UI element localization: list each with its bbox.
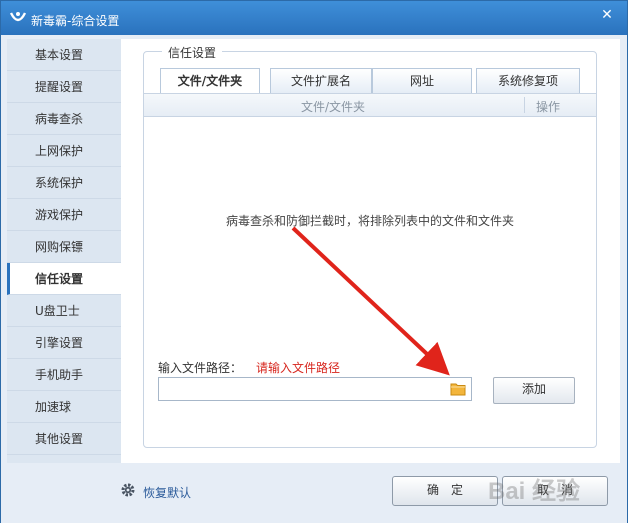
sidebar-item-other[interactable]: 其他设置 <box>7 423 121 455</box>
column-header-action[interactable]: 操作 <box>536 98 560 115</box>
sidebar-item-web-protection[interactable]: 上网保护 <box>7 135 121 167</box>
tab-system-repair[interactable]: 系统修复项 <box>476 68 580 93</box>
sidebar-item-system-protection[interactable]: 系统保护 <box>7 167 121 199</box>
sidebar-item-basic[interactable]: 基本设置 <box>7 39 121 71</box>
sidebar-item-phone-assistant[interactable]: 手机助手 <box>7 359 121 391</box>
sidebar-item-usb-guard[interactable]: U盘卫士 <box>7 295 121 327</box>
group-title: 信任设置 <box>162 44 223 61</box>
sidebar-item-virus-scan[interactable]: 病毒查杀 <box>7 103 121 135</box>
watermark-logo: Bai 经验 <box>488 477 580 505</box>
watermark-text: Bai 经验 <box>488 477 580 505</box>
tab-files-folders[interactable]: 文件/文件夹 <box>160 68 260 94</box>
sidebar-item-game-protection[interactable]: 游戏保护 <box>7 199 121 231</box>
gear-icon[interactable] <box>120 482 136 498</box>
ok-button[interactable]: 确 定 <box>392 476 498 506</box>
title-bar: 新毒霸-综合设置 ✕ <box>1 1 627 35</box>
column-header-file[interactable]: 文件/文件夹 <box>301 98 365 115</box>
app-logo-icon <box>9 12 27 22</box>
window-title: 新毒霸-综合设置 <box>31 14 120 28</box>
sidebar-item-shopping-guard[interactable]: 网购保镖 <box>7 231 121 263</box>
sidebar-item-speed-ball[interactable]: 加速球 <box>7 391 121 423</box>
empty-list-message: 病毒查杀和防御拦截时，将排除列表中的文件和文件夹 <box>225 214 514 228</box>
add-button[interactable]: 添加 <box>493 377 575 404</box>
sidebar-item-trust[interactable]: 信任设置 <box>7 263 121 295</box>
sidebar-item-reminder[interactable]: 提醒设置 <box>7 71 121 103</box>
column-divider <box>524 97 525 113</box>
sidebar-item-engine[interactable]: 引擎设置 <box>7 327 121 359</box>
settings-sidebar: 基本设置 提醒设置 病毒查杀 上网保护 系统保护 游戏保护 网购保镖 信任设置 … <box>7 39 122 463</box>
tab-urls[interactable]: 网址 <box>372 68 472 93</box>
settings-window: 新毒霸-综合设置 ✕ 基本设置 提醒设置 病毒查杀 上网保护 系统保护 游戏保护… <box>0 0 628 523</box>
path-hint: 请输入文件路径 <box>256 361 341 375</box>
settings-content: 信任设置 文件/文件夹 文件扩展名 网址 系统修复项 文件/文件夹 操作 病毒查… <box>121 39 620 463</box>
trust-settings-group: 信任设置 文件/文件夹 文件扩展名 网址 系统修复项 文件/文件夹 操作 病毒查… <box>143 44 597 448</box>
path-label: 输入文件路径： <box>158 361 243 375</box>
tab-file-extensions[interactable]: 文件扩展名 <box>270 68 372 93</box>
table-header: 文件/文件夹 操作 <box>144 93 596 117</box>
file-path-input[interactable] <box>158 377 472 401</box>
close-icon[interactable]: ✕ <box>595 5 619 25</box>
folder-icon[interactable] <box>450 382 466 396</box>
restore-defaults-link[interactable]: 恢复默认 <box>143 484 191 501</box>
